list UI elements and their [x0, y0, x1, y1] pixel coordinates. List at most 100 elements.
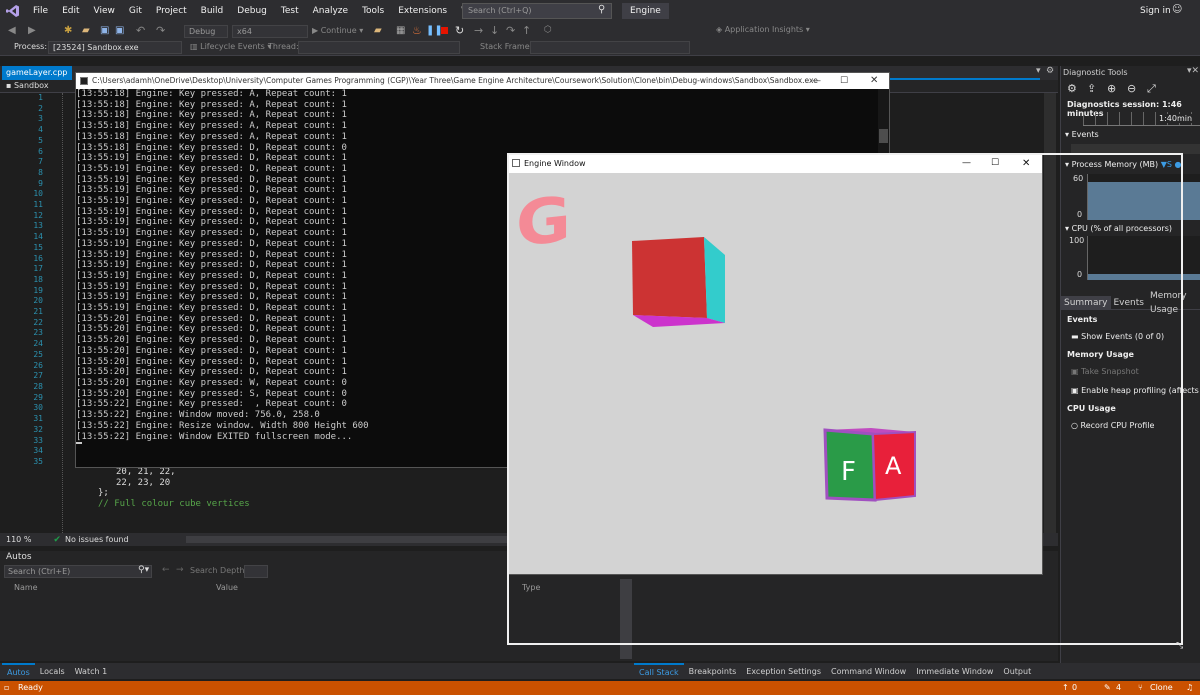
time-mark: 1:40min	[1159, 114, 1193, 123]
line-number: 35	[33, 456, 43, 466]
menu-item[interactable]: Analyze	[306, 0, 355, 22]
screenshot-icon[interactable]: ▦	[396, 25, 405, 36]
pencil-icon[interactable]: ✎	[1104, 681, 1111, 695]
sign-in-link[interactable]: Sign in	[1140, 6, 1171, 16]
line-number: 27	[33, 371, 43, 381]
new-project-icon[interactable]: ✱	[64, 25, 72, 36]
settings-icon[interactable]: ⚙	[1046, 66, 1054, 76]
platform-dropdown[interactable]: x64	[232, 25, 308, 38]
console-titlebar[interactable]: C:\Users\adamh\OneDrive\Desktop\Universi…	[76, 73, 889, 89]
solution-name: Engine	[622, 3, 669, 19]
bottom-tab[interactable]: Command Window	[826, 664, 911, 680]
back-icon[interactable]: ◀	[8, 25, 16, 36]
console-app-icon	[80, 77, 88, 85]
line-number: 16	[33, 253, 43, 263]
code-text[interactable]: 20, 21, 22, 22, 23, 20};// Full colour cu…	[98, 467, 250, 510]
attach-icon[interactable]: ▰	[374, 25, 382, 36]
zoom-in-icon[interactable]: ⊕	[1107, 82, 1116, 95]
line-number: 28	[33, 381, 43, 391]
step-into-icon[interactable]: ↓	[490, 24, 499, 37]
minimize-icon[interactable]: —	[812, 73, 821, 89]
menu-item[interactable]: Extensions	[391, 0, 454, 22]
col-name[interactable]: Name	[14, 583, 38, 592]
show-next-icon[interactable]: →	[474, 24, 483, 37]
vs-logo-icon[interactable]	[0, 0, 26, 22]
app-insights-button[interactable]: ◈ Application Insights ▾	[716, 25, 810, 34]
menu-item[interactable]: View	[87, 0, 122, 22]
search-input[interactable]: Search (Ctrl+Q)	[462, 3, 612, 19]
hex-icon[interactable]: ⬡	[544, 25, 552, 35]
resize-handle-icon[interactable]: ⤡	[1176, 641, 1183, 651]
step-over-icon[interactable]: ↷	[506, 24, 515, 37]
menu-item[interactable]: Edit	[55, 0, 86, 22]
debug-location-toolbar: Process: [23524] Sandbox.exe ▥ Lifecycle…	[0, 40, 1200, 56]
zoom-out-icon[interactable]: ⊖	[1127, 82, 1136, 95]
menu-item[interactable]: Test	[274, 0, 306, 22]
search-depth-dropdown[interactable]	[244, 565, 268, 578]
menu-item[interactable]: Tools	[355, 0, 391, 22]
config-dropdown[interactable]: Debug	[184, 25, 228, 38]
line-number: 24	[33, 339, 43, 349]
forward-arrow-icon[interactable]: →	[176, 565, 184, 575]
forward-icon[interactable]: ▶	[28, 25, 36, 36]
select-tools-icon[interactable]: ⇪	[1087, 82, 1096, 95]
zoom-level[interactable]: 110 %	[6, 535, 31, 544]
resize-selection-rectangle[interactable]	[507, 153, 1183, 645]
fire-icon[interactable]: ♨	[412, 24, 422, 37]
diag-settings-icon[interactable]: ⚙	[1067, 82, 1077, 95]
line-number: 34	[33, 446, 43, 456]
search-icon[interactable]: ⚲▾	[138, 565, 149, 575]
reset-view-icon[interactable]: ⤢	[1147, 82, 1156, 96]
stack-frame-dropdown[interactable]	[530, 41, 690, 54]
branch-icon[interactable]: ⑂	[1138, 681, 1143, 695]
process-dropdown[interactable]: [23524] Sandbox.exe	[48, 41, 182, 54]
bottom-tab[interactable]: Exception Settings	[741, 664, 826, 680]
bottom-tab[interactable]: Locals	[35, 664, 70, 680]
doc-tab-gamelayer[interactable]: gameLayer.cpp	[2, 66, 72, 80]
events-header[interactable]: ▾ Events	[1065, 130, 1099, 139]
line-number: 26	[33, 360, 43, 370]
continue-button[interactable]: ▶ Continue ▾	[312, 24, 363, 38]
menu-item[interactable]: Debug	[230, 0, 274, 22]
redo-icon[interactable]: ↷	[156, 24, 165, 37]
col-value[interactable]: Value	[216, 583, 238, 592]
menu-item[interactable]: Project	[149, 0, 194, 22]
open-icon[interactable]: ▰	[82, 25, 90, 36]
bottom-tab[interactable]: Breakpoints	[684, 664, 742, 680]
line-number: 10	[33, 189, 43, 199]
feedback-icon[interactable]: ☺	[1172, 4, 1182, 15]
restart-icon[interactable]: ↻	[455, 24, 464, 37]
console-line: [13:55:18] Engine: Key pressed: D, Repea…	[76, 142, 347, 153]
menu-item[interactable]: Build	[194, 0, 231, 22]
bell-icon[interactable]: ♫	[1186, 681, 1193, 695]
scroll-thumb[interactable]	[879, 129, 888, 143]
step-out-icon[interactable]: ↑	[522, 24, 531, 37]
save-all-icon[interactable]: ▣	[115, 25, 124, 36]
save-icon[interactable]: ▣	[100, 25, 109, 36]
arrows-count[interactable]: 0	[1072, 681, 1077, 695]
back-arrow-icon[interactable]: ←	[162, 565, 170, 575]
bottom-tab[interactable]: Immediate Window	[911, 664, 998, 680]
lifecycle-events-button[interactable]: ▥ Lifecycle Events ▾	[190, 42, 271, 51]
bottom-tab[interactable]: Watch 1	[70, 664, 113, 680]
issues-text[interactable]: No issues found	[65, 535, 129, 544]
autos-search-input[interactable]: Search (Ctrl+E)	[4, 565, 152, 578]
stop-icon[interactable]	[441, 27, 448, 34]
branch-name[interactable]: Clone	[1150, 681, 1173, 695]
maximize-icon[interactable]: ☐	[840, 73, 848, 89]
menu-item[interactable]: Git	[122, 0, 149, 22]
search-icon[interactable]: ⚲	[598, 4, 605, 15]
tab-overflow-icon[interactable]: ▾	[1036, 66, 1041, 76]
nav-project[interactable]: ▪ Sandbox	[6, 81, 49, 90]
menu-item[interactable]: File	[26, 0, 55, 22]
arrows-icon[interactable]: ↑	[1062, 681, 1069, 695]
pencil-count[interactable]: 4	[1116, 681, 1121, 695]
undo-icon[interactable]: ↶	[136, 24, 145, 37]
bottom-tab[interactable]: Output	[998, 664, 1036, 680]
thread-dropdown[interactable]	[298, 41, 460, 54]
bottom-tab[interactable]: Autos	[2, 663, 35, 681]
bottom-tab[interactable]: Call Stack	[634, 663, 684, 681]
pin-icon[interactable]: ▾✕	[1187, 66, 1199, 76]
close-icon[interactable]: ✕	[870, 73, 878, 89]
status-bar: ▫ Ready ↑ 0 ✎ 4 ⑂ Clone ♫	[0, 681, 1200, 695]
